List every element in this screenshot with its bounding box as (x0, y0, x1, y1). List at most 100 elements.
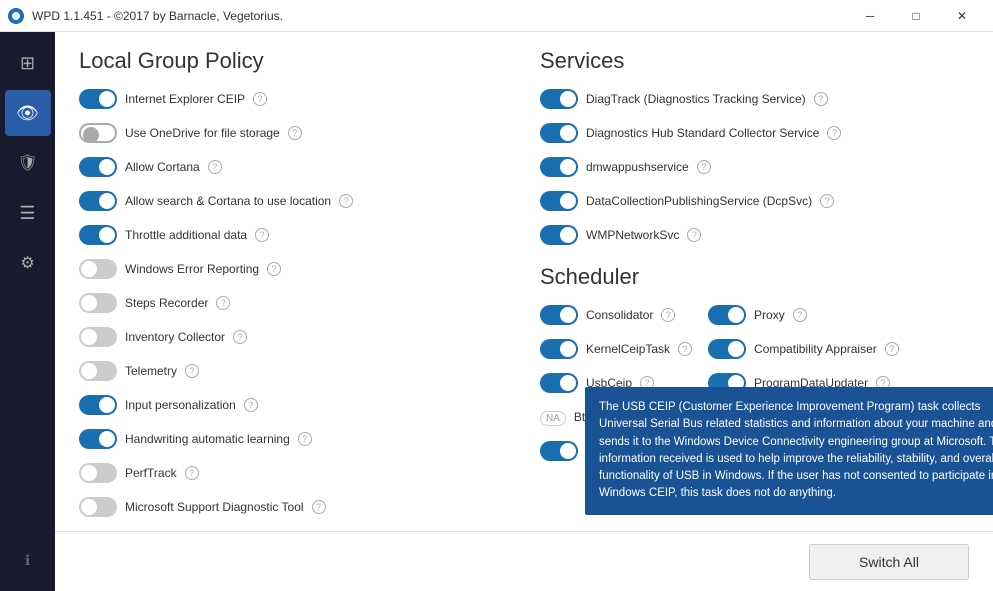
list-item: Proxy ? (708, 302, 899, 328)
help-icon[interactable]: ? (814, 92, 828, 106)
item-label: Handwriting automatic learning (125, 432, 290, 446)
list-item: WMPNetworkSvc ? (540, 222, 969, 248)
tools-icon: ⚙ (20, 253, 34, 273)
item-label: Microsoft Support Diagnostic Tool (125, 500, 304, 514)
help-icon[interactable]: ? (288, 126, 302, 140)
sidebar: ⊞ 👁 🛡 ☰ ⚙ ℹ (0, 32, 55, 591)
help-icon[interactable]: ? (678, 342, 692, 356)
item-label: Diagnostics Hub Standard Collector Servi… (586, 126, 819, 140)
onedrive-toggle[interactable] (79, 123, 117, 143)
wmpnetwork-toggle[interactable] (540, 225, 578, 245)
item-label: Use OneDrive for file storage (125, 126, 280, 140)
list-item: DiagTrack (Diagnostics Tracking Service)… (540, 86, 969, 112)
item-label: Allow Cortana (125, 160, 200, 174)
msdt-toggle[interactable] (79, 497, 117, 517)
list-item: DataCollectionPublishingService (DcpSvc)… (540, 188, 969, 214)
title-bar: WPD 1.1.451 - ©2017 by Barnacle, Vegetor… (0, 0, 993, 32)
perftrack-toggle[interactable] (79, 463, 117, 483)
list-item: Consolidator ? (540, 302, 692, 328)
switch-all-button[interactable]: Switch All (809, 544, 969, 580)
help-icon[interactable]: ? (820, 194, 834, 208)
windows-error-reporting-toggle[interactable] (79, 259, 117, 279)
help-icon[interactable]: ? (827, 126, 841, 140)
help-icon[interactable]: ? (793, 308, 807, 322)
sidebar-item-shield[interactable]: 🛡 (5, 140, 51, 186)
sidebar-item-list[interactable]: ☰ (5, 190, 51, 236)
telemetry-toggle[interactable] (79, 361, 117, 381)
sidebar-item-tools[interactable]: ⚙ (5, 240, 51, 286)
item-label: WMPNetworkSvc (586, 228, 679, 242)
item-label: Compatibility Appraiser (754, 342, 877, 356)
compat-appraiser-toggle[interactable] (708, 339, 746, 359)
bthsqm-na-badge: NA (540, 408, 566, 426)
item-label: Consolidator (586, 308, 653, 322)
cortana-location-toggle[interactable] (79, 191, 117, 211)
item-label: Telemetry (125, 364, 177, 378)
help-icon[interactable]: ? (697, 160, 711, 174)
footer: Switch All (55, 531, 993, 591)
kernelceip-toggle[interactable] (540, 339, 578, 359)
item-label: Inventory Collector (125, 330, 225, 344)
list-item: dmwappushservice ? (540, 154, 969, 180)
consolidator-toggle[interactable] (540, 305, 578, 325)
main-area: ⊞ 👁 🛡 ☰ ⚙ ℹ Local Grou (0, 32, 993, 591)
list-icon: ☰ (19, 203, 35, 224)
services-title: Services (540, 48, 969, 74)
help-icon[interactable]: ? (339, 194, 353, 208)
help-icon[interactable]: ? (253, 92, 267, 106)
list-item: KernelCeipTask ? (540, 336, 692, 362)
help-icon[interactable]: ? (208, 160, 222, 174)
list-item: Windows Error Reporting ? (79, 256, 508, 282)
grid-icon: ⊞ (20, 53, 35, 74)
minimize-button[interactable]: ─ (847, 0, 893, 32)
help-icon[interactable]: ? (661, 308, 675, 322)
handwriting-toggle[interactable] (79, 429, 117, 449)
diag-hub-toggle[interactable] (540, 123, 578, 143)
sidebar-item-eye[interactable]: 👁 (5, 90, 51, 136)
help-icon[interactable]: ? (233, 330, 247, 344)
help-icon[interactable]: ? (312, 500, 326, 514)
sqmtask-toggle[interactable] (540, 441, 578, 461)
sidebar-item-info[interactable]: ℹ (5, 537, 51, 583)
local-group-policy-title: Local Group Policy (79, 48, 508, 74)
main-window: WPD 1.1.451 - ©2017 by Barnacle, Vegetor… (0, 0, 993, 591)
allow-cortana-toggle[interactable] (79, 157, 117, 177)
throttle-toggle[interactable] (79, 225, 117, 245)
dcpsvc-toggle[interactable] (540, 191, 578, 211)
help-icon[interactable]: ? (216, 296, 230, 310)
proxy-toggle[interactable] (708, 305, 746, 325)
input-personalization-toggle[interactable] (79, 395, 117, 415)
help-icon[interactable]: ? (687, 228, 701, 242)
app-icon (8, 8, 24, 24)
close-button[interactable]: ✕ (939, 0, 985, 32)
usbceip-toggle[interactable] (540, 373, 578, 393)
sidebar-item-grid[interactable]: ⊞ (5, 40, 51, 86)
help-icon[interactable]: ? (298, 432, 312, 446)
title-bar-left: WPD 1.1.451 - ©2017 by Barnacle, Vegetor… (8, 8, 283, 24)
diagtrack-toggle[interactable] (540, 89, 578, 109)
help-icon[interactable]: ? (185, 364, 199, 378)
internet-explorer-ceip-toggle[interactable] (79, 89, 117, 109)
list-item: Use OneDrive for file storage ? (79, 120, 508, 146)
steps-recorder-toggle[interactable] (79, 293, 117, 313)
dmwappush-toggle[interactable] (540, 157, 578, 177)
item-label: Input personalization (125, 398, 236, 412)
list-item: Internet Explorer CEIP ? (79, 86, 508, 112)
local-group-policy-section: Local Group Policy Internet Explorer CEI… (79, 48, 508, 515)
help-icon[interactable]: ? (255, 228, 269, 242)
help-icon[interactable]: ? (885, 342, 899, 356)
item-label: DiagTrack (Diagnostics Tracking Service) (586, 92, 806, 106)
item-label: Throttle additional data (125, 228, 247, 242)
item-label: DataCollectionPublishingService (DcpSvc) (586, 194, 812, 208)
help-icon[interactable]: ? (244, 398, 258, 412)
maximize-button[interactable]: □ (893, 0, 939, 32)
inventory-collector-toggle[interactable] (79, 327, 117, 347)
list-item: PerfTrack ? (79, 460, 508, 486)
list-item: Allow Cortana ? (79, 154, 508, 180)
na-label: NA (540, 411, 566, 426)
list-item: Telemetry ? (79, 358, 508, 384)
help-icon[interactable]: ? (267, 262, 281, 276)
help-icon[interactable]: ? (185, 466, 199, 480)
item-label: Internet Explorer CEIP (125, 92, 245, 106)
item-label: Steps Recorder (125, 296, 208, 310)
